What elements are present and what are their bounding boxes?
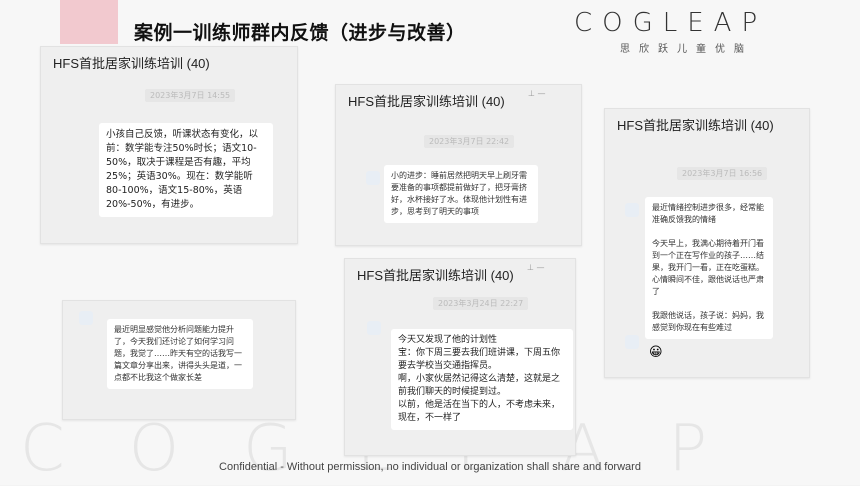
chat-message: 最近明显感觉他分析问题能力提升了，今天我们还讨论了如何学习问题，我觉了……昨天有… <box>107 319 253 389</box>
logo-wordmark: COGLEAP <box>574 8 768 38</box>
avatar <box>367 321 381 335</box>
chat-timestamp: 2023年3月24日 22:27 <box>433 297 529 310</box>
chat-timestamp: 2023年3月7日 16:56 <box>677 167 768 180</box>
chat-message: 小的进步：睡前居然把明天早上刷牙需要准备的事项都提前做好了，把牙膏挤好，水杯接好… <box>384 165 538 223</box>
chat-message: 小孩自己反馈，听课状态有变化，以前：数学能专注50%时长；语文10-50%，取决… <box>99 123 273 217</box>
avatar <box>366 171 380 185</box>
logo-subtitle: 思欣跃儿童优脑 <box>620 44 753 55</box>
brand-logo: COGLEAP 思欣跃儿童优脑 <box>574 8 814 55</box>
chat-window-1: HFS首批居家训练培训 (40) 2023年3月7日 14:55 小孩自己反馈，… <box>40 46 298 244</box>
chat-timestamp: 2023年3月7日 22:42 <box>424 135 515 148</box>
chat-title: HFS首批居家训练培训 (40) <box>617 118 774 133</box>
chat-title: HFS首批居家训练培训 (40) <box>348 94 505 109</box>
chat-window-2: HFS首批居家训练培训 (40) ⊥ — 2023年3月7日 22:42 小的进… <box>335 84 582 246</box>
pin-icon[interactable]: ⊥ — <box>527 263 545 272</box>
chat-message: 今天又发现了他的计划性 宝：你下周三要去我们班讲课，下周五你要去学校当交通指挥员… <box>391 329 573 430</box>
avatar <box>79 311 93 325</box>
chat-message: 最近情绪控制进步很多，经常能准确反馈我的情绪 今天早上，我满心期待着开门看到一个… <box>645 197 773 339</box>
avatar <box>625 335 639 349</box>
chat-window-4: 最近明显感觉他分析问题能力提升了，今天我们还讨论了如何学习问题，我觉了……昨天有… <box>62 300 296 420</box>
slide: COGLEAP 案例一训练师群内反馈（进步与改善） COGLEAP 思欣跃儿童优… <box>0 0 860 486</box>
pin-icon[interactable]: ⊥ — <box>528 89 546 98</box>
accent-block <box>60 0 118 44</box>
confidential-footer: Confidential - Without permission, no in… <box>219 461 641 473</box>
chat-window-5: HFS首批居家训练培训 (40) ⊥ — 2023年3月24日 22:27 今天… <box>344 258 576 456</box>
chat-window-3: HFS首批居家训练培训 (40) 2023年3月7日 16:56 最近情绪控制进… <box>604 108 810 378</box>
grin-emoji-icon: 😀 <box>649 345 663 360</box>
chat-title: HFS首批居家训练培训 (40) <box>357 268 514 283</box>
page-title: 案例一训练师群内反馈（进步与改善） <box>134 18 466 45</box>
chat-timestamp: 2023年3月7日 14:55 <box>145 89 236 102</box>
title-case-label: 案例一 <box>134 22 193 44</box>
chat-title: HFS首批居家训练培训 (40) <box>53 56 210 71</box>
avatar <box>625 203 639 217</box>
title-rest: 训练师群内反馈（进步与改善） <box>192 22 466 44</box>
